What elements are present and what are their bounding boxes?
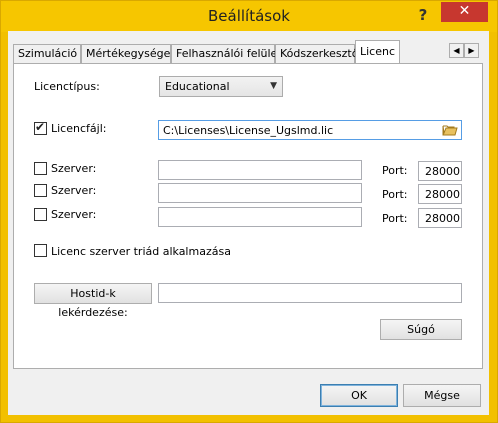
tab-scroll-left-button[interactable]: ◀: [449, 43, 464, 58]
help-title-button[interactable]: ?: [413, 5, 433, 25]
port-1-value: 28000: [425, 165, 460, 178]
license-file-label: Licencfájl:: [51, 122, 107, 135]
triad-checkbox[interactable]: [34, 244, 47, 257]
server-2-checkbox[interactable]: [34, 184, 47, 197]
license-file-checkbox[interactable]: [34, 120, 47, 135]
port-3-label: Port:: [382, 212, 408, 225]
port-2-label: Port:: [382, 188, 408, 201]
server-3-checkbox[interactable]: [34, 208, 47, 221]
hostid-field[interactable]: [158, 283, 462, 303]
cancel-button[interactable]: Mégse: [403, 384, 481, 407]
chevron-down-icon: ▼: [270, 81, 277, 91]
port-1-input[interactable]: 28000: [418, 161, 462, 181]
server-3-label: Szerver:: [51, 208, 97, 221]
port-2-input[interactable]: 28000: [418, 184, 462, 204]
scroll-right-icon: ▶: [468, 46, 475, 55]
folder-open-icon[interactable]: [442, 123, 458, 137]
license-type-select[interactable]: Educational ▼: [159, 76, 283, 97]
tab-szimulacio[interactable]: Szimuláció: [13, 44, 81, 63]
server-2-label: Szerver:: [51, 184, 97, 197]
port-2-value: 28000: [425, 188, 460, 201]
server-1-checkbox[interactable]: [34, 162, 47, 175]
help-button[interactable]: Súgó: [380, 319, 462, 340]
title-bar: Beállítások ? ✕: [1, 1, 497, 32]
port-3-input[interactable]: 28000: [418, 208, 462, 228]
tab-felhasznaloi-felulet[interactable]: Felhasználói felület: [171, 44, 282, 63]
port-3-value: 28000: [425, 212, 460, 225]
tab-kodszerkeszto[interactable]: Kódszerkesztő: [275, 44, 358, 63]
license-type-value: Educational: [165, 80, 230, 93]
scroll-left-icon: ◀: [453, 46, 460, 55]
server-1-input[interactable]: [158, 160, 362, 180]
server-1-label: Szerver:: [51, 162, 97, 175]
port-1-label: Port:: [382, 164, 408, 177]
license-file-field[interactable]: C:\Licenses\License_Ugslmd.lic: [158, 120, 462, 140]
license-file-value: C:\Licenses\License_Ugslmd.lic: [163, 124, 334, 137]
ok-button[interactable]: OK: [320, 384, 398, 407]
tab-scroll-right-button[interactable]: ▶: [464, 43, 479, 58]
server-3-input[interactable]: [158, 207, 362, 227]
triad-label: Licenc szerver triád alkalmazása: [51, 245, 231, 258]
tab-mertekegysegek[interactable]: Mértékegységek: [81, 44, 177, 63]
hostid-query-button[interactable]: Hostid-k lekérdezése:: [34, 283, 152, 319]
tab-licenc[interactable]: Licenc: [355, 40, 400, 63]
server-2-input[interactable]: [158, 183, 362, 203]
license-type-label: Licenctípus:: [34, 80, 100, 93]
close-button[interactable]: ✕: [441, 2, 488, 22]
